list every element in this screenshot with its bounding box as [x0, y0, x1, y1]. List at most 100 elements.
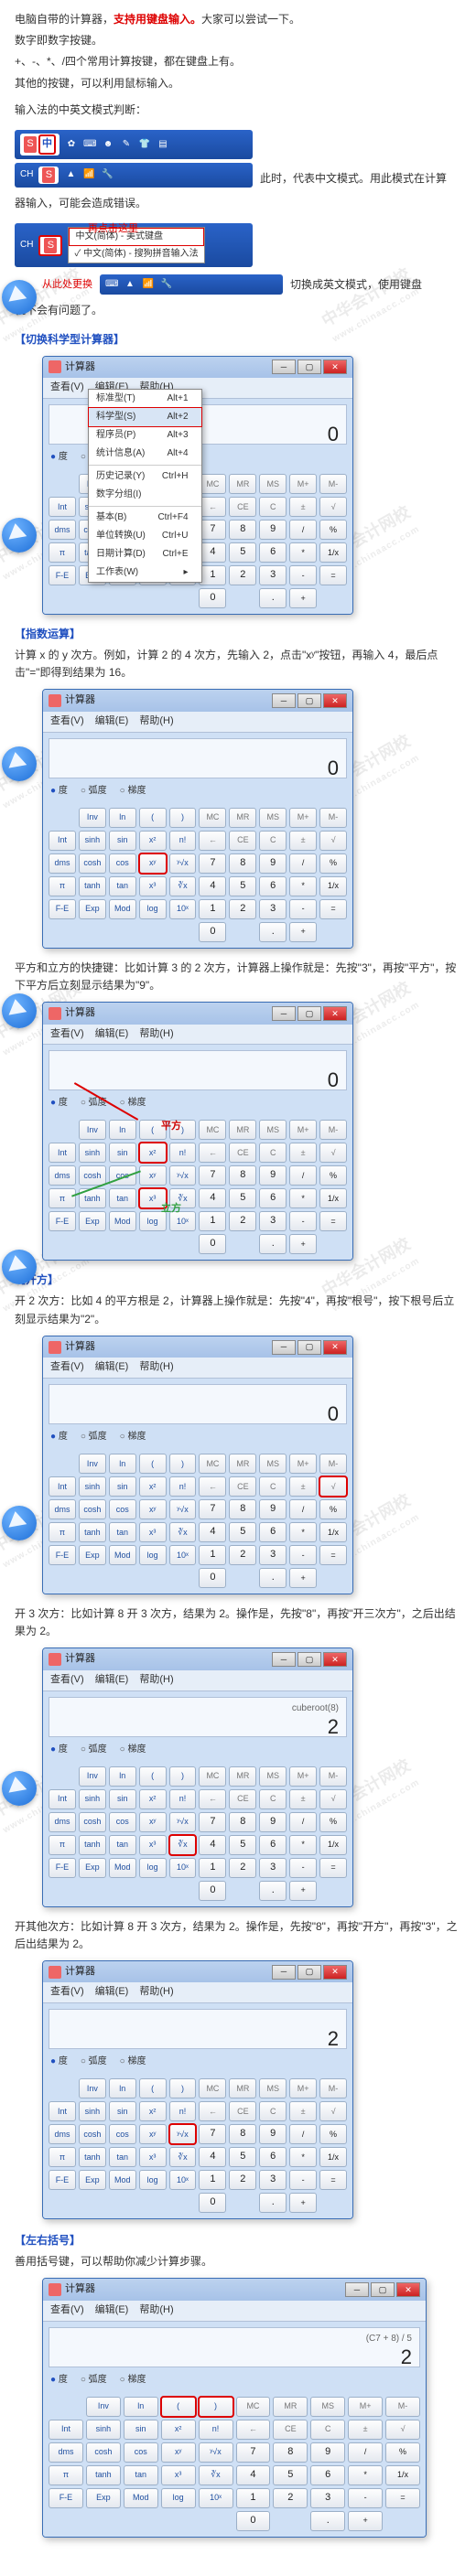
key-cosh[interactable]: cosh — [79, 1812, 106, 1832]
key-cosh[interactable]: cosh — [86, 2442, 121, 2463]
key-6[interactable]: 6 — [259, 542, 287, 563]
close-button[interactable]: ✕ — [323, 693, 347, 708]
key-MS[interactable]: MS — [310, 2397, 345, 2417]
key-x²[interactable]: x² — [139, 1476, 167, 1497]
key-MR[interactable]: MR — [229, 1454, 256, 1474]
key--[interactable]: - — [289, 1858, 317, 1878]
key-/[interactable]: / — [289, 1499, 317, 1519]
key-√[interactable]: √ — [319, 1143, 347, 1163]
key-4[interactable]: 4 — [199, 542, 226, 563]
key-MC[interactable]: MC — [199, 1454, 226, 1474]
key-x²[interactable]: x² — [139, 1143, 167, 1163]
maximize-button[interactable]: ▢ — [298, 1006, 321, 1021]
key--[interactable]: - — [348, 2488, 383, 2508]
key-M-[interactable]: M- — [385, 2397, 420, 2417]
key-3[interactable]: 3 — [259, 565, 287, 585]
key-ln[interactable]: ln — [109, 1454, 136, 1474]
key-←[interactable]: ← — [236, 2420, 271, 2440]
key-=[interactable]: = — [319, 2170, 347, 2190]
close-button[interactable]: ✕ — [323, 1006, 347, 1021]
key-M-[interactable]: M- — [319, 808, 347, 828]
key-cos[interactable]: cos — [124, 2442, 158, 2463]
key-6[interactable]: 6 — [259, 1188, 287, 1208]
key-1[interactable]: 1 — [199, 1211, 226, 1231]
key-log[interactable]: log — [139, 899, 167, 919]
key-4[interactable]: 4 — [199, 2147, 226, 2167]
key-8[interactable]: 8 — [229, 2124, 256, 2144]
key-x²[interactable]: x² — [161, 2420, 196, 2440]
key-Inv[interactable]: Inv — [79, 1120, 106, 1140]
key-5[interactable]: 5 — [229, 1835, 256, 1855]
key-/[interactable]: / — [289, 1812, 317, 1832]
key-xʸ[interactable]: xʸ — [139, 1812, 167, 1832]
minimize-button[interactable]: ─ — [272, 1652, 296, 1667]
key-/[interactable]: / — [289, 1165, 317, 1186]
key-4[interactable]: 4 — [199, 1835, 226, 1855]
key-.[interactable]: . — [259, 1568, 287, 1588]
key-7[interactable]: 7 — [199, 1812, 226, 1832]
key-1[interactable]: 1 — [199, 1545, 226, 1565]
key-x²[interactable]: x² — [139, 1789, 167, 1809]
key-10ˣ[interactable]: 10ˣ — [169, 1545, 197, 1565]
key-√[interactable]: √ — [319, 1476, 347, 1497]
key-M+[interactable]: M+ — [289, 474, 317, 494]
key-ʸ√x[interactable]: ʸ√x — [169, 853, 197, 874]
menu-view[interactable]: 查看(V) — [50, 380, 84, 396]
key-2[interactable]: 2 — [273, 2488, 308, 2508]
key-6[interactable]: 6 — [310, 2465, 345, 2485]
key-3[interactable]: 3 — [259, 1545, 287, 1565]
key-1/x[interactable]: 1/x — [319, 876, 347, 896]
key-±[interactable]: ± — [348, 2420, 383, 2440]
key-Inv[interactable]: Inv — [86, 2397, 121, 2417]
key-tanh[interactable]: tanh — [79, 1835, 106, 1855]
key-F-E[interactable]: F-E — [49, 565, 76, 585]
minimize-button[interactable]: ─ — [272, 360, 296, 374]
key-/[interactable]: / — [289, 520, 317, 540]
minimize-button[interactable]: ─ — [272, 1340, 296, 1355]
key-5[interactable]: 5 — [273, 2465, 308, 2485]
key-log[interactable]: log — [139, 1858, 167, 1878]
maximize-button[interactable]: ▢ — [298, 1965, 321, 1980]
key-7[interactable]: 7 — [199, 1165, 226, 1186]
key-6[interactable]: 6 — [259, 1835, 287, 1855]
key-Exp[interactable]: Exp — [79, 1858, 106, 1878]
key-sinh[interactable]: sinh — [79, 1143, 106, 1163]
key-5[interactable]: 5 — [229, 1522, 256, 1542]
key-)[interactable]: ) — [169, 1120, 197, 1140]
key--[interactable]: - — [289, 1545, 317, 1565]
key-%[interactable]: % — [319, 1499, 347, 1519]
key-CE[interactable]: CE — [229, 497, 256, 517]
key-M+[interactable]: M+ — [289, 808, 317, 828]
key-Inv[interactable]: Inv — [79, 1454, 106, 1474]
key-±[interactable]: ± — [289, 2101, 317, 2121]
key-Int[interactable]: Int — [49, 497, 76, 517]
key-1/x[interactable]: 1/x — [319, 2147, 347, 2167]
key-F-E[interactable]: F-E — [49, 1545, 76, 1565]
key-.[interactable]: . — [310, 2511, 345, 2531]
key-√[interactable]: √ — [319, 1789, 347, 1809]
key-Mod[interactable]: Mod — [124, 2488, 158, 2508]
minimize-button[interactable]: ─ — [272, 1006, 296, 1021]
key-log[interactable]: log — [161, 2488, 196, 2508]
key-MR[interactable]: MR — [273, 2397, 308, 2417]
key-9[interactable]: 9 — [259, 520, 287, 540]
key-∛x[interactable]: ∛x — [169, 2147, 197, 2167]
key-C[interactable]: C — [259, 1789, 287, 1809]
key-xʸ[interactable]: xʸ — [139, 1165, 167, 1186]
key-dms[interactable]: dms — [49, 520, 76, 540]
key-8[interactable]: 8 — [229, 1165, 256, 1186]
key-/[interactable]: / — [289, 2124, 317, 2144]
key-0[interactable]: 0 — [199, 588, 226, 608]
key-0[interactable]: 0 — [199, 1568, 226, 1588]
key-ln[interactable]: ln — [109, 808, 136, 828]
key-dms[interactable]: dms — [49, 1165, 76, 1186]
key-3[interactable]: 3 — [259, 1211, 287, 1231]
key-7[interactable]: 7 — [199, 853, 226, 874]
key-1/x[interactable]: 1/x — [319, 542, 347, 563]
key-Int[interactable]: Int — [49, 2420, 83, 2440]
key-C[interactable]: C — [310, 2420, 345, 2440]
key-±[interactable]: ± — [289, 1143, 317, 1163]
key-←[interactable]: ← — [199, 831, 226, 851]
key-∛x[interactable]: ∛x — [169, 1522, 197, 1542]
key-π[interactable]: π — [49, 1522, 76, 1542]
